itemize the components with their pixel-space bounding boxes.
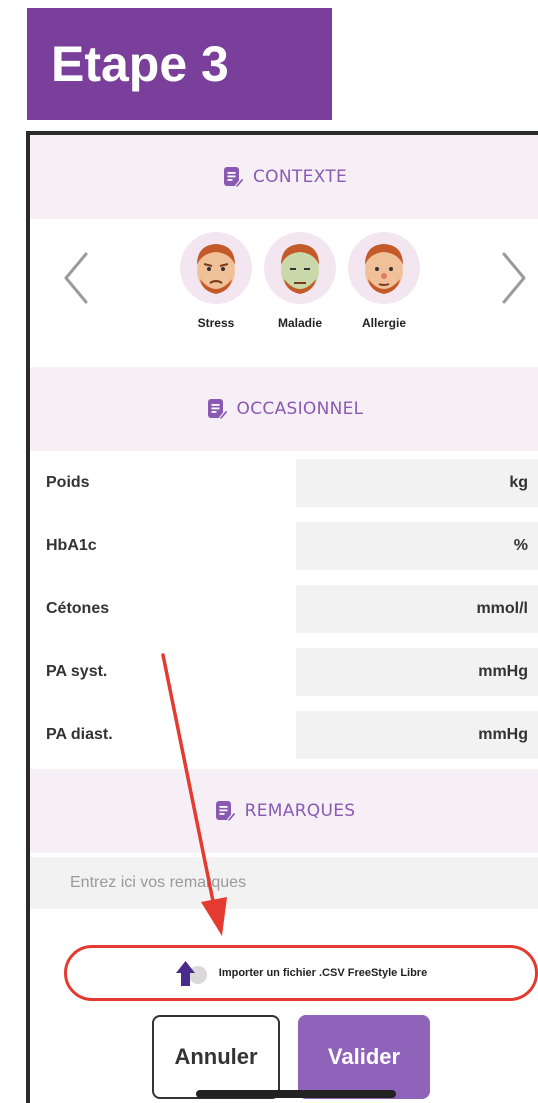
home-indicator bbox=[196, 1090, 396, 1098]
remarks-input[interactable] bbox=[30, 857, 538, 909]
context-section-header: CONTEXTE bbox=[30, 135, 538, 219]
measurement-row-pa-diast: PA diast. mmHg bbox=[30, 707, 538, 763]
context-carousel: Stress Maladie Allergie bbox=[30, 220, 538, 360]
occasional-section-header: OCCASIONNEL bbox=[30, 367, 538, 451]
context-item-stress[interactable]: Stress bbox=[176, 232, 256, 330]
stressed-face-icon bbox=[197, 244, 235, 294]
measurement-label: PA diast. bbox=[46, 726, 113, 743]
sick-face-icon bbox=[281, 244, 319, 294]
weight-field[interactable]: kg bbox=[296, 459, 538, 507]
measurement-label: Poids bbox=[46, 474, 90, 491]
measurement-unit: % bbox=[513, 537, 528, 554]
occasional-section-title: OCCASIONNEL bbox=[236, 399, 364, 419]
measurement-label: PA syst. bbox=[46, 663, 108, 680]
context-item-allergie[interactable]: Allergie bbox=[344, 232, 424, 330]
diastolic-pressure-field[interactable]: mmHg bbox=[296, 711, 538, 759]
avatar bbox=[348, 232, 420, 304]
remarks-section-header: REMARQUES bbox=[30, 769, 538, 853]
ketones-field[interactable]: mmol/l bbox=[296, 585, 538, 633]
measurement-row-hba1c: HbA1c % bbox=[30, 518, 538, 574]
chevron-right-icon[interactable] bbox=[494, 248, 534, 308]
measurement-row-cetones: Cétones mmol/l bbox=[30, 581, 538, 637]
context-section-title: CONTEXTE bbox=[253, 167, 347, 187]
measurement-unit: mmHg bbox=[478, 663, 528, 680]
context-item-maladie[interactable]: Maladie bbox=[260, 232, 340, 330]
notes-edit-icon bbox=[207, 399, 229, 421]
context-item-label: Allergie bbox=[361, 316, 406, 330]
step-banner: Etape 3 bbox=[27, 8, 332, 120]
measurement-unit: mmol/l bbox=[476, 600, 528, 617]
app-screen: CONTEXTE Stress Maladie Allergie OCCASIO… bbox=[26, 131, 538, 1103]
chevron-left-icon[interactable] bbox=[56, 248, 96, 308]
measurement-label: Cétones bbox=[46, 600, 110, 617]
notes-edit-icon bbox=[215, 801, 237, 823]
measurement-unit: kg bbox=[509, 474, 528, 491]
notes-edit-icon bbox=[224, 167, 245, 189]
cancel-button[interactable]: Annuler bbox=[152, 1015, 280, 1099]
hba1c-field[interactable]: % bbox=[296, 522, 538, 570]
measurement-row-pa-syst: PA syst. mmHg bbox=[30, 644, 538, 700]
validate-button[interactable]: Valider bbox=[298, 1015, 430, 1099]
avatar bbox=[180, 232, 252, 304]
upload-arrow-icon bbox=[175, 961, 207, 986]
measurement-row-poids: Poids kg bbox=[30, 455, 538, 511]
avatar bbox=[264, 232, 336, 304]
context-item-label: Stress bbox=[197, 316, 235, 330]
measurement-label: HbA1c bbox=[46, 537, 97, 554]
systolic-pressure-field[interactable]: mmHg bbox=[296, 648, 538, 696]
remarks-section-title: REMARQUES bbox=[244, 801, 356, 821]
measurement-unit: mmHg bbox=[478, 726, 528, 743]
import-csv-label: Importer un fichier .CSV FreeStyle Libre bbox=[218, 967, 428, 979]
import-csv-button[interactable]: Importer un fichier .CSV FreeStyle Libre bbox=[64, 945, 538, 1001]
allergy-face-icon bbox=[365, 244, 403, 294]
context-item-label: Maladie bbox=[277, 316, 322, 330]
